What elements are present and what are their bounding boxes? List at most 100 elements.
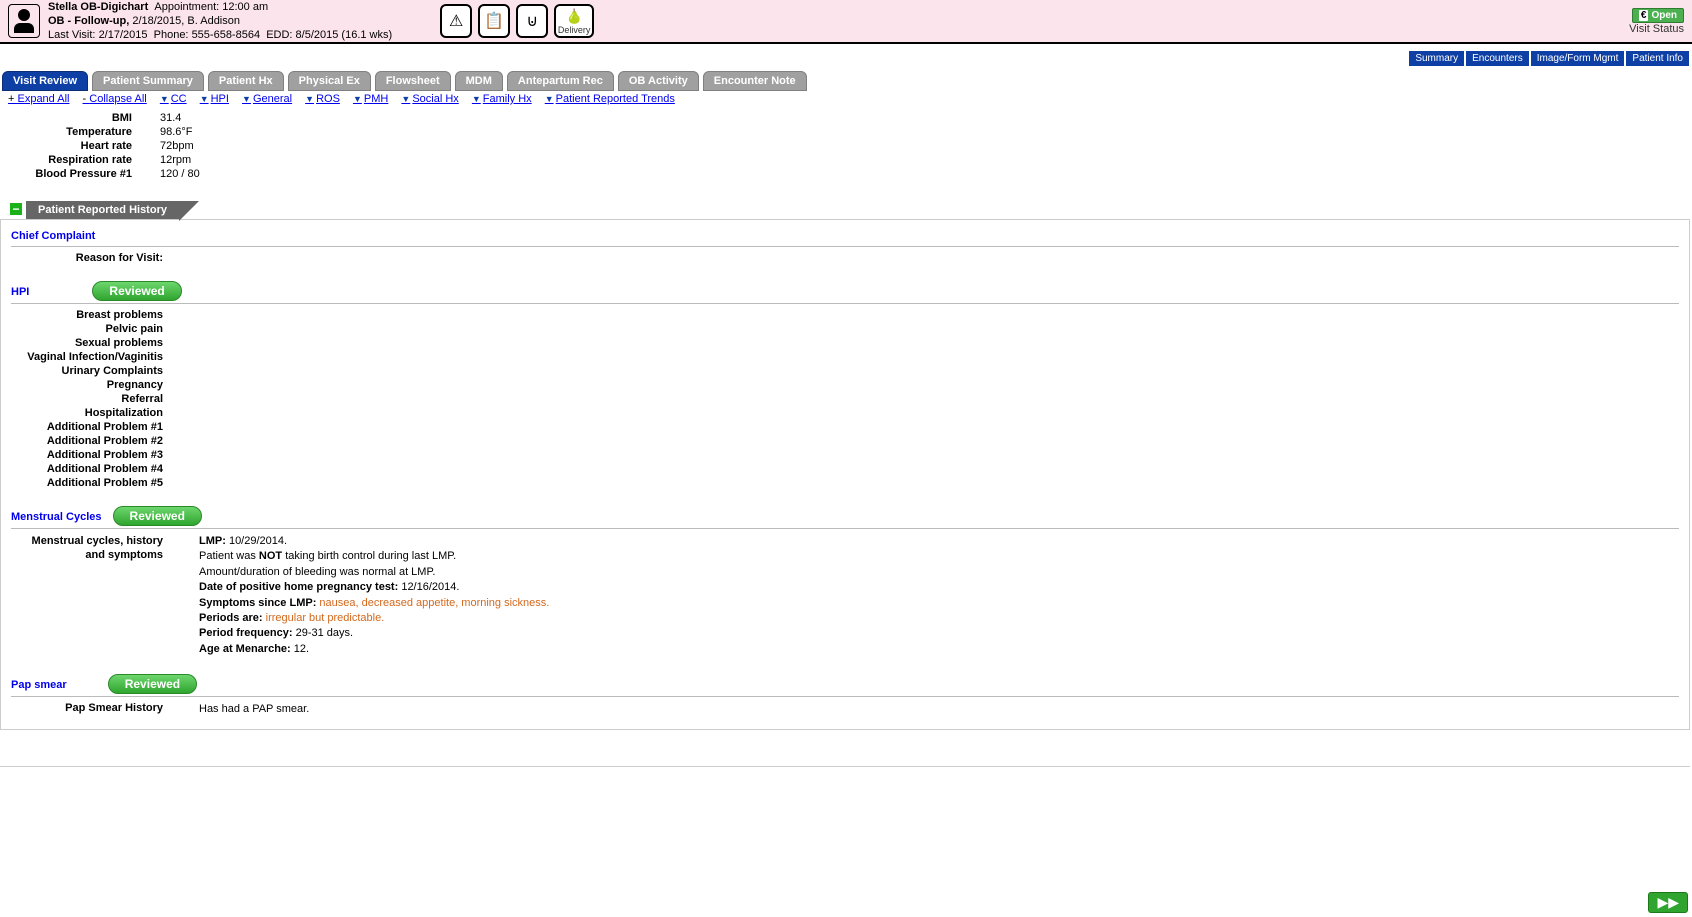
header-right: Open Visit Status: [1629, 8, 1684, 35]
hpi-list: Breast problems Pelvic pain Sexual problem…: [11, 308, 1679, 490]
vital-label: Temperature: [10, 126, 160, 138]
last-visit-label: Last Visit:: [48, 29, 96, 41]
patient-name: Stella OB-Digichart: [48, 1, 148, 13]
visit-type: OB - Follow-up,: [48, 15, 129, 27]
visit-status-label: Visit Status: [1629, 23, 1684, 35]
hpi-item-row: Additional Problem #2: [11, 434, 1679, 448]
vital-label: Respiration rate: [10, 154, 160, 166]
tab-encounters[interactable]: Encounters: [1465, 50, 1530, 67]
appt-time: 12:00 am: [222, 1, 268, 13]
prh-body: Chief Complaint Reason for Visit: HPI Re…: [0, 219, 1690, 730]
clipboard-icon[interactable]: 📋: [478, 4, 510, 38]
vital-row: Blood Pressure #1120 / 80: [10, 167, 1680, 181]
tab-patient-hx[interactable]: Patient Hx: [208, 71, 284, 91]
tab-summary[interactable]: Summary: [1408, 50, 1465, 67]
vital-label: BMI: [10, 112, 160, 124]
tab-visit-review[interactable]: Visit Review: [2, 71, 88, 91]
link-cc[interactable]: CC: [160, 93, 187, 105]
hpi-item-label: Additional Problem #5: [11, 477, 171, 489]
hpi-item-row: Sexual problems: [11, 336, 1679, 350]
content-scroll[interactable]: BMI31.4Temperature98.6°FHeart rate72bpmR…: [0, 107, 1690, 767]
hpi-item-row: Additional Problem #1: [11, 420, 1679, 434]
tab-patient-summary[interactable]: Patient Summary: [92, 71, 204, 91]
link-pmh[interactable]: PMH: [353, 93, 388, 105]
vital-row: Heart rate72bpm: [10, 139, 1680, 153]
reviewed-hpi-button[interactable]: Reviewed: [92, 281, 181, 301]
tab-antepartum[interactable]: Antepartum Rec: [507, 71, 614, 91]
collapse-all[interactable]: Collapse All: [83, 93, 147, 105]
tab-patient-info[interactable]: Patient Info: [1625, 50, 1690, 67]
phone: 555-658-8564: [192, 29, 261, 41]
main-tabs: Visit Review Patient Summary Patient Hx …: [0, 69, 1692, 91]
open-badge[interactable]: Open: [1632, 8, 1684, 23]
vital-row: BMI31.4: [10, 111, 1680, 125]
hpi-item-label: Urinary Complaints: [11, 365, 171, 377]
tab-ob-activity[interactable]: OB Activity: [618, 71, 699, 91]
hpi-item-label: Vaginal Infection/Vaginitis: [11, 351, 171, 363]
hpi-item-row: Vaginal Infection/Vaginitis: [11, 350, 1679, 364]
expand-all[interactable]: Expand All: [8, 93, 69, 105]
tab-mdm[interactable]: MDM: [455, 71, 503, 91]
vital-value: 12rpm: [160, 154, 191, 166]
vital-label: Heart rate: [10, 140, 160, 152]
hpi-item-label: Sexual problems: [11, 337, 171, 349]
pap-title[interactable]: Pap smear: [11, 679, 67, 693]
link-trends[interactable]: Patient Reported Trends: [545, 93, 675, 105]
reason-for-visit-value: [171, 252, 1679, 264]
hpi-item-label: Additional Problem #2: [11, 435, 171, 447]
hpi-item-row: Additional Problem #5: [11, 476, 1679, 490]
hpi-item-label: Breast problems: [11, 309, 171, 321]
vitals-block: BMI31.4Temperature98.6°FHeart rate72bpmR…: [10, 111, 1680, 181]
link-socialhx[interactable]: Social Hx: [401, 93, 458, 105]
link-familyhx[interactable]: Family Hx: [472, 93, 532, 105]
hpi-item-row: Additional Problem #4: [11, 462, 1679, 476]
hpi-title[interactable]: HPI: [11, 286, 29, 300]
appt-label: Appointment:: [154, 1, 219, 13]
tab-flowsheet[interactable]: Flowsheet: [375, 71, 451, 91]
delivery-icon[interactable]: 🍐Delivery: [554, 4, 594, 38]
vital-value: 120 / 80: [160, 168, 200, 180]
header-left: Stella OB-Digichart Appointment: 12:00 a…: [8, 0, 594, 42]
subnav: Expand All Collapse All CC HPI General R…: [0, 91, 1692, 107]
vital-value: 98.6°F: [160, 126, 193, 138]
hpi-item-row: Additional Problem #3: [11, 448, 1679, 462]
header-toolbar: ⚠ 📋 ⊍ 🍐Delivery: [440, 4, 594, 38]
hpi-item-label: Referral: [11, 393, 171, 405]
hpi-item-row: Breast problems: [11, 308, 1679, 322]
reviewed-pap-button[interactable]: Reviewed: [108, 674, 197, 694]
hpi-item-label: Additional Problem #4: [11, 463, 171, 475]
forward-button[interactable]: ▶▶: [1648, 892, 1688, 913]
vital-value: 31.4: [160, 112, 181, 124]
provider: B. Addison: [187, 15, 240, 27]
hpi-item-row: Urinary Complaints: [11, 364, 1679, 378]
section-patient-reported-history[interactable]: Patient Reported History: [26, 201, 179, 219]
right-tabs: Summary Encounters Image/Form Mgmt Patie…: [0, 50, 1692, 67]
hpi-item-row: Pelvic pain: [11, 322, 1679, 336]
visit-date: 2/18/2015,: [132, 15, 184, 27]
tab-image-form[interactable]: Image/Form Mgmt: [1530, 50, 1626, 67]
menstrual-label: Menstrual cycles, history and symptoms: [11, 534, 171, 657]
hpi-item-label: Pelvic pain: [11, 323, 171, 335]
link-ros[interactable]: ROS: [305, 93, 340, 105]
tab-physical-ex[interactable]: Physical Ex: [288, 71, 371, 91]
hpi-item-row: Pregnancy: [11, 378, 1679, 392]
link-general[interactable]: General: [242, 93, 292, 105]
reason-for-visit-label: Reason for Visit:: [11, 252, 171, 264]
link-hpi[interactable]: HPI: [200, 93, 229, 105]
chief-complaint-title[interactable]: Chief Complaint: [11, 230, 95, 244]
pap-history-value: Has had a PAP smear.: [171, 702, 1679, 717]
hpi-item-label: Hospitalization: [11, 407, 171, 419]
edd: 8/5/2015 (16.1 wks): [296, 29, 393, 41]
reviewed-menstrual-button[interactable]: Reviewed: [113, 506, 202, 526]
magnet-icon[interactable]: ⊍: [516, 4, 548, 38]
hpi-item-row: Referral: [11, 392, 1679, 406]
menstrual-title[interactable]: Menstrual Cycles: [11, 511, 101, 525]
vital-label: Blood Pressure #1: [10, 168, 160, 180]
menstrual-text: LMP: 10/29/2014. Patient was NOT taking …: [171, 534, 1679, 657]
tab-encounter-note[interactable]: Encounter Note: [703, 71, 807, 91]
phone-label: Phone:: [154, 29, 189, 41]
footer: ▶▶: [1644, 888, 1692, 917]
avatar: [8, 4, 40, 38]
vital-value: 72bpm: [160, 140, 194, 152]
alert-icon[interactable]: ⚠: [440, 4, 472, 38]
